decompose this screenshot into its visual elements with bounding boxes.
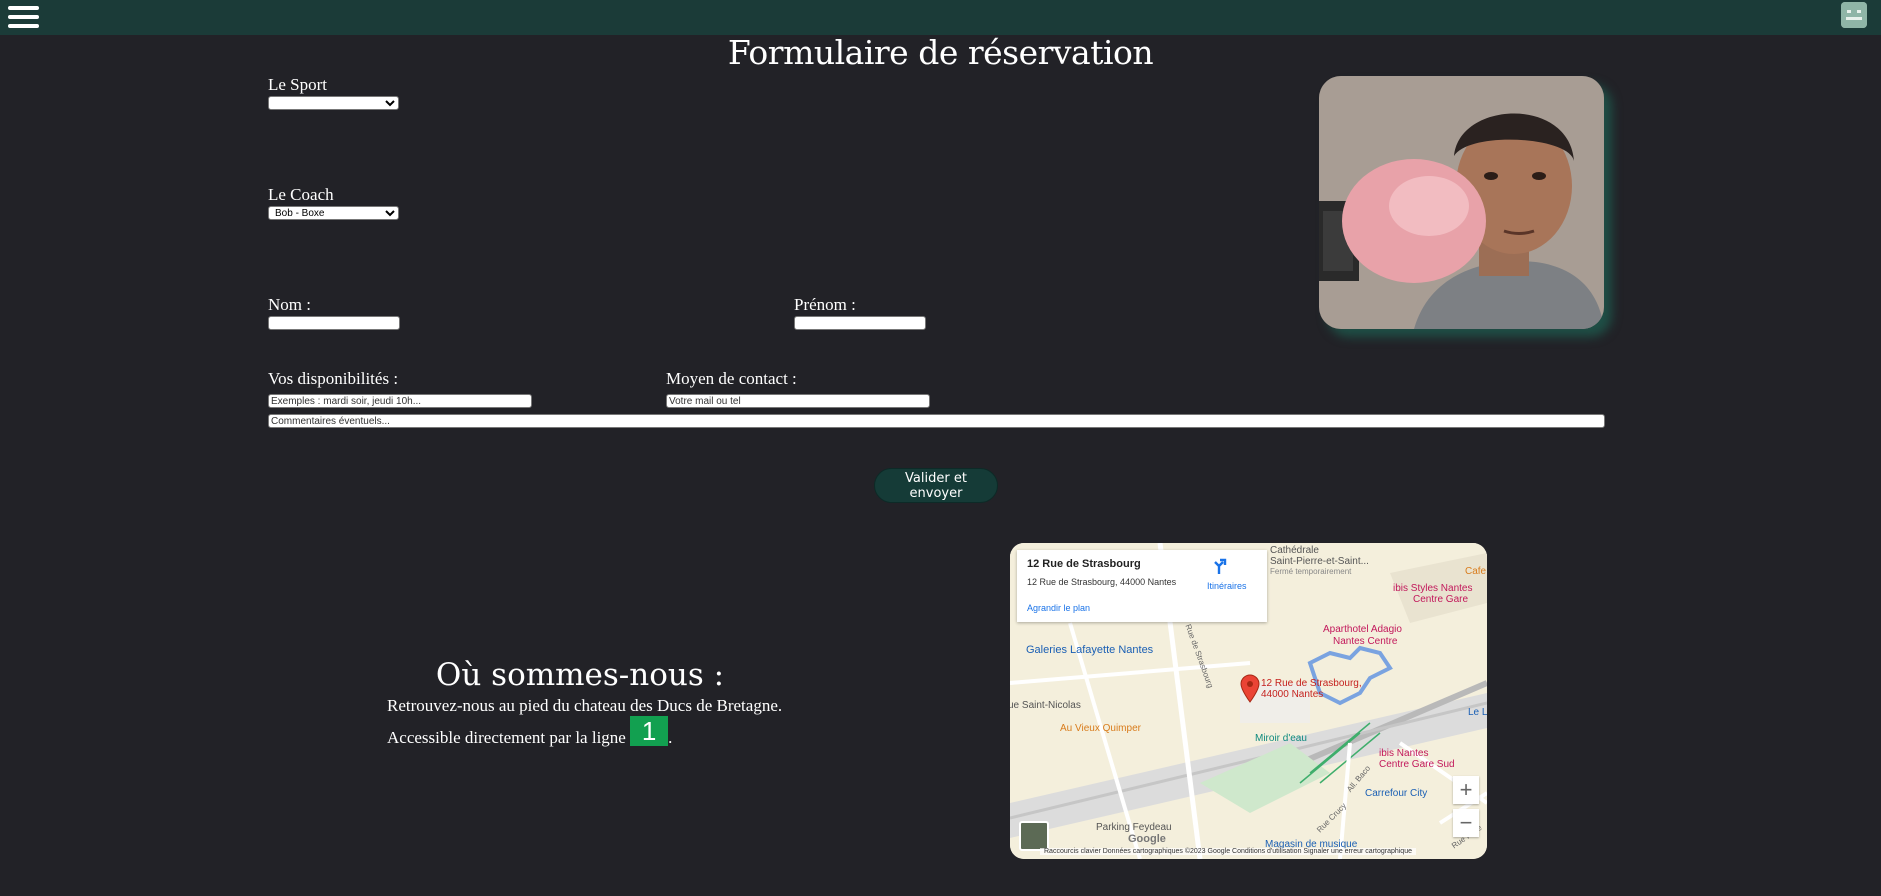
user-avatar-icon[interactable]	[1841, 2, 1867, 28]
location-description: Retrouvez-nous au pied du chateau des Du…	[387, 696, 783, 715]
map-label-cafe: Cafe	[1465, 566, 1487, 577]
map-label-ibis-styles: ibis Styles Nantes	[1393, 583, 1473, 594]
zoom-in-button[interactable]: +	[1453, 776, 1479, 804]
access-suffix: .	[668, 728, 673, 747]
map-label-carrefour: Carrefour City	[1365, 788, 1428, 799]
marker-label-2: 44000 Nantes	[1261, 689, 1324, 700]
page-title: Formulaire de réservation	[727, 33, 1154, 72]
marker-label: 12 Rue de Strasbourg,	[1261, 678, 1362, 689]
map-label-ibis-sud: ibis Nantes	[1379, 748, 1429, 759]
hamburger-menu-icon[interactable]	[8, 4, 40, 30]
top-navbar	[0, 0, 1881, 35]
prenom-label: Prénom :	[794, 295, 856, 314]
submit-button[interactable]: Valider et envoyer	[874, 468, 998, 503]
map-label-galeries: Galeries Lafayette Nantes	[1026, 644, 1154, 656]
directions-link[interactable]: Itinéraires	[1207, 581, 1247, 591]
google-logo: Google	[1128, 833, 1166, 845]
disponibilites-label: Vos disponibilités :	[268, 369, 399, 388]
map-place-card: 12 Rue de Strasbourg 12 Rue de Strasbour…	[1017, 550, 1267, 622]
directions-arrow-icon[interactable]	[1209, 556, 1229, 576]
map-label-quimper: Au Vieux Quimper	[1060, 723, 1141, 734]
map-footer[interactable]: Raccourcis clavier Données cartographiqu…	[1040, 848, 1416, 855]
map-label-miroir: Miroir d'eau	[1255, 733, 1307, 744]
map-label-cathedrale-status: Fermé temporairement	[1270, 567, 1352, 576]
google-map[interactable]: 12 Rue de Strasbourg 12 Rue de Strasbour…	[1010, 543, 1487, 859]
disponibilites-input[interactable]	[268, 394, 532, 408]
coach-label: Le Coach	[268, 185, 334, 204]
access-text: Accessible directement par la ligne	[387, 728, 626, 747]
comments-input[interactable]	[268, 414, 1605, 428]
contact-input[interactable]	[666, 394, 930, 408]
location-access: Accessible directement par la ligne 1.	[387, 716, 672, 748]
nom-label: Nom :	[268, 295, 311, 314]
map-label-saint-nicolas: ue Saint-Nicolas	[1010, 700, 1081, 711]
map-label-le-li: Le Li	[1468, 707, 1487, 718]
satellite-toggle[interactable]	[1019, 821, 1049, 851]
map-label-feydeau: Parking Feydeau	[1096, 822, 1172, 833]
map-label-adagio-2: Nantes Centre	[1333, 636, 1398, 647]
zoom-out-button[interactable]: −	[1453, 809, 1479, 837]
map-label-adagio: Aparthotel Adagio	[1323, 624, 1402, 635]
map-label-ibis-styles-2: Centre Gare	[1413, 594, 1469, 605]
map-label-ibis-sud-2: Centre Gare Sud	[1379, 759, 1455, 770]
prenom-input[interactable]	[794, 316, 926, 330]
enlarge-map-link[interactable]: Agrandir le plan	[1027, 603, 1090, 613]
sport-select[interactable]	[268, 96, 399, 110]
nom-input[interactable]	[268, 316, 400, 330]
map-label-cathedrale: Cathédrale	[1270, 545, 1319, 556]
contact-label: Moyen de contact :	[666, 369, 797, 388]
map-label-cathedrale-2: Saint-Pierre-et-Saint...	[1270, 556, 1369, 567]
place-address: 12 Rue de Strasbourg, 44000 Nantes	[1027, 577, 1177, 587]
coach-select[interactable]: Bob - Boxe	[268, 206, 399, 220]
sport-label: Le Sport	[268, 75, 328, 94]
boxer-photo	[1319, 76, 1604, 329]
map-pin-icon[interactable]	[1239, 673, 1261, 703]
place-name: 12 Rue de Strasbourg	[1027, 558, 1141, 570]
location-title: Où sommes-nous :	[435, 657, 725, 693]
tram-line-badge: 1	[630, 716, 669, 746]
